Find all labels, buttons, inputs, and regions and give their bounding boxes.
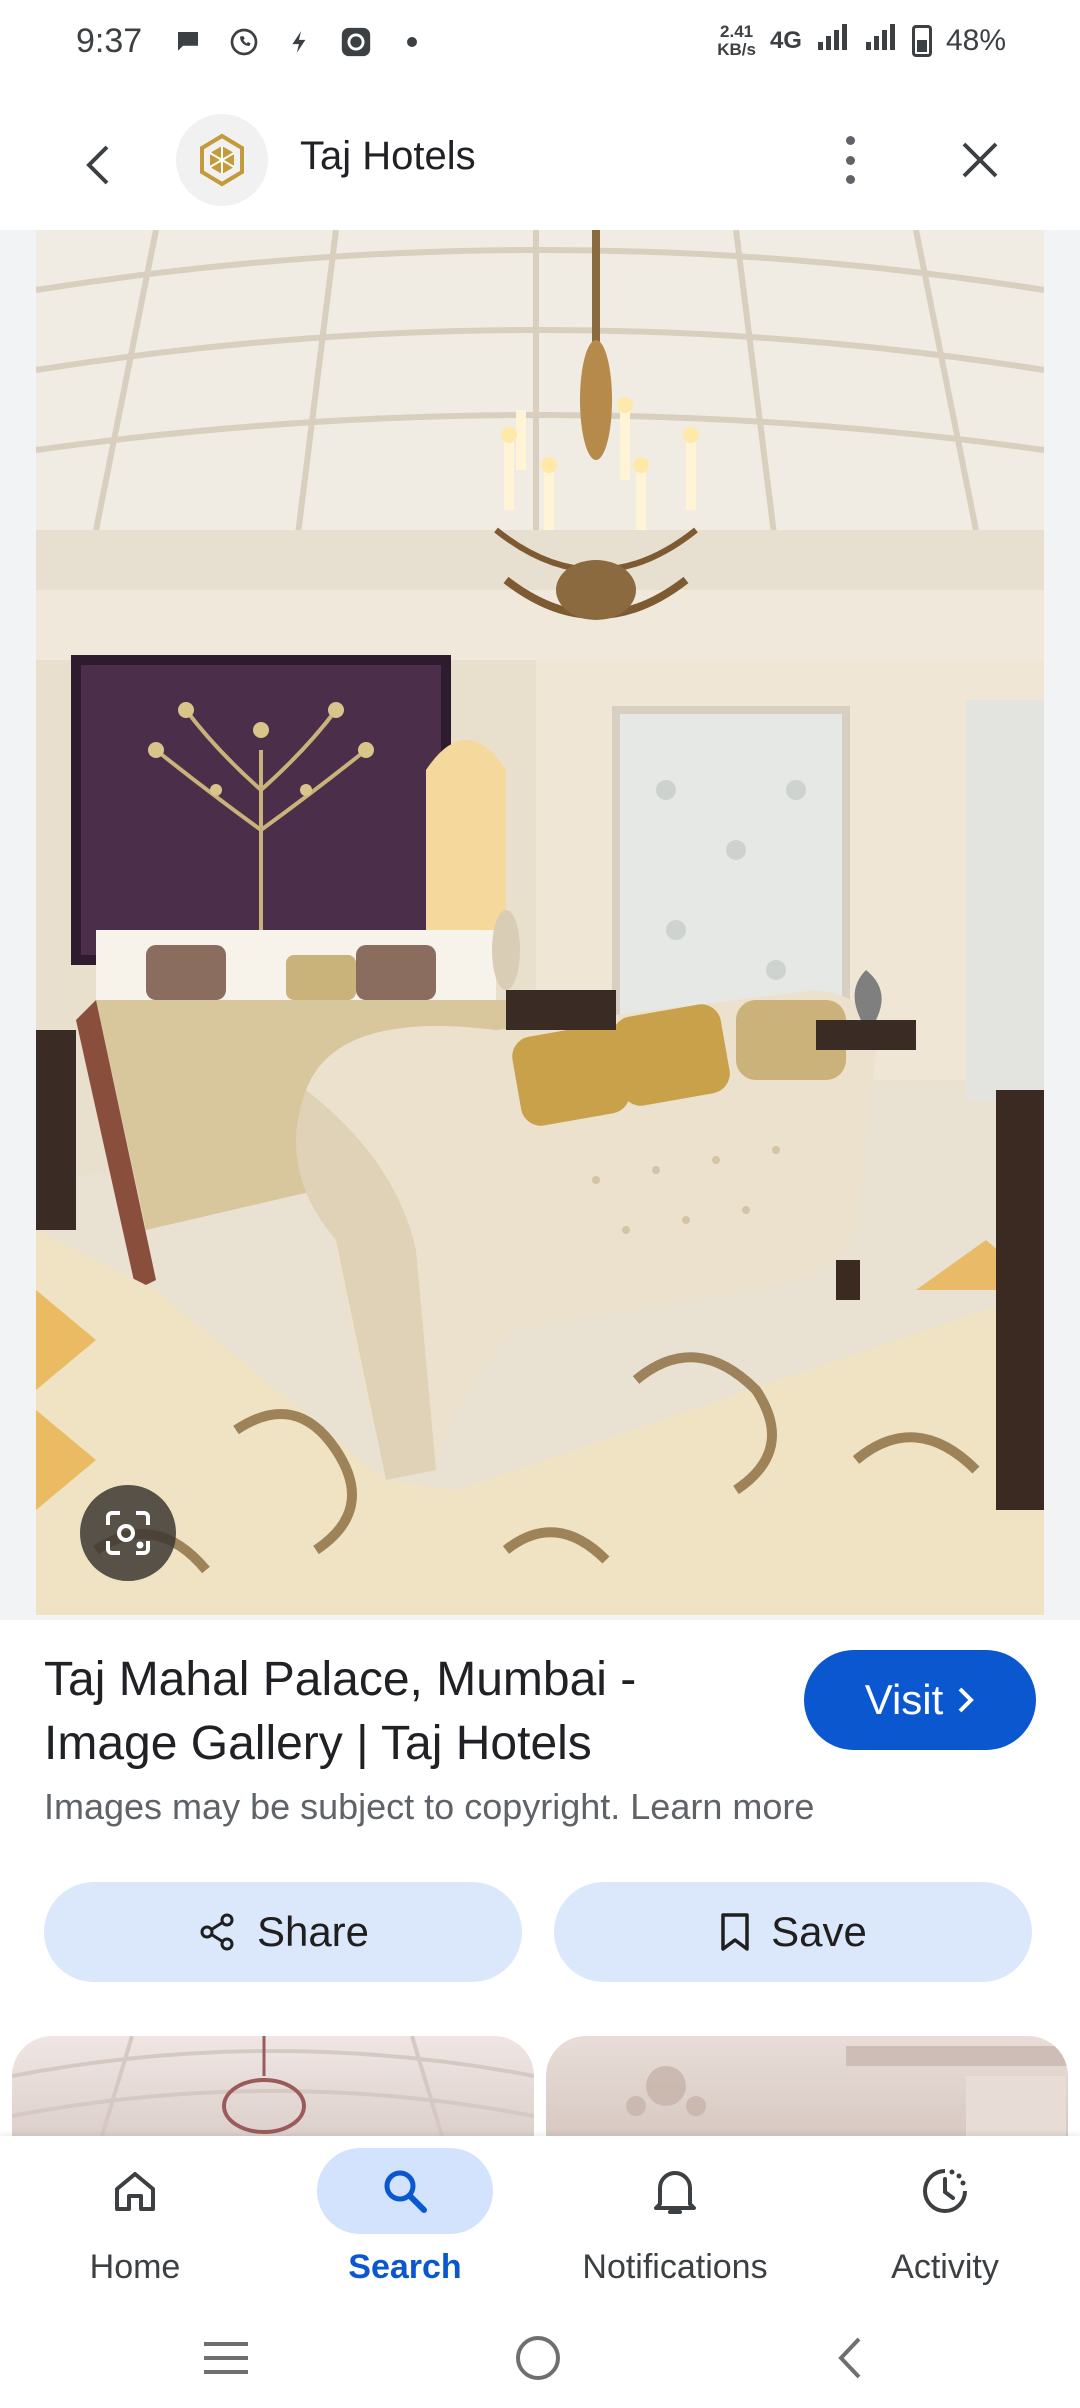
nav-icon-wrap (317, 2148, 493, 2234)
chevron-left-icon (838, 2337, 861, 2379)
recent-apps-button[interactable] (196, 2328, 256, 2388)
more-options-button[interactable] (830, 130, 870, 190)
status-right: 2.41 KB/s 4G 48% (717, 22, 1006, 60)
share-button[interactable]: Share (44, 1882, 522, 1982)
notification-icons (170, 24, 430, 60)
hotel-room-image[interactable] (36, 230, 1044, 1615)
related-image-thumbnail[interactable] (546, 2036, 1068, 2136)
speed-unit: KB/s (717, 40, 756, 59)
status-time: 9:37 (76, 22, 143, 60)
camera-app-icon (338, 24, 374, 60)
taj-logo-icon (200, 133, 244, 187)
share-icon (200, 1913, 234, 1951)
site-logo[interactable] (176, 114, 268, 206)
speed-value: 2.41 (720, 22, 754, 41)
network-speed: 2.41 KB/s (717, 23, 756, 59)
chevron-right-icon (958, 1687, 975, 1713)
nav-label: Home (89, 2248, 181, 2286)
save-button[interactable]: Save (554, 1882, 1032, 1982)
close-icon (962, 142, 998, 178)
menu-lines-icon (204, 2342, 248, 2374)
back-button[interactable] (76, 138, 120, 192)
battery-icon (911, 25, 932, 57)
whatsapp-icon (226, 24, 262, 60)
home-system-button[interactable] (508, 2328, 568, 2388)
copyright-notice[interactable]: Images may be subject to copyright. Lear… (44, 1786, 814, 1828)
battery-percent: 48% (945, 24, 1006, 57)
screen: 9:37 2.41 KB/s 4G 48% Taj Hotels Taj Mah… (0, 0, 1080, 2408)
home-icon (115, 2172, 155, 2211)
share-label: Share (256, 1908, 370, 1955)
activity-icon (923, 2169, 967, 2213)
signal-icon (816, 22, 850, 60)
nav-search[interactable]: Search (270, 2148, 540, 2298)
thumbnail-image (12, 2036, 534, 2136)
dot (845, 175, 855, 184)
signal-icon-2 (864, 22, 898, 60)
app-title: Taj Hotels (300, 134, 476, 178)
thumbnail-image (626, 2046, 1068, 2136)
bedroom-illustration (36, 230, 1044, 1615)
dot (845, 136, 855, 145)
search-icon (384, 2170, 427, 2213)
dot-icon (394, 24, 430, 60)
nav-label: Activity (891, 2248, 999, 2286)
lens-icon (106, 1511, 150, 1555)
circle-home-icon (516, 2336, 560, 2380)
network-type: 4G (769, 27, 802, 54)
dot (845, 155, 855, 165)
nav-icon-wrap (587, 2148, 763, 2234)
nav-icon-wrap (857, 2148, 1033, 2234)
nav-activity[interactable]: Activity (810, 2148, 1080, 2298)
status-bar: 9:37 2.41 KB/s 4G 48% (0, 0, 1080, 90)
chat-icon (170, 24, 206, 60)
bottom-navigation: Home Search Notifications Activity (0, 2136, 1080, 2306)
image-viewer (0, 230, 1080, 1620)
save-label: Save (771, 1908, 867, 1955)
nav-label: Search (348, 2248, 462, 2286)
result-title[interactable]: Taj Mahal Palace, Mumbai - Image Gallery… (44, 1648, 744, 1776)
nav-label: Notifications (582, 2248, 768, 2286)
app-bar: Taj Hotels (0, 110, 1080, 220)
close-button[interactable] (958, 138, 1002, 182)
google-lens-button[interactable] (80, 1485, 176, 1581)
system-navigation-bar (0, 2306, 1080, 2408)
visit-label: Visit (864, 1676, 944, 1723)
bell-icon (654, 2171, 696, 2214)
related-image-thumbnail[interactable] (12, 2036, 534, 2136)
back-system-button[interactable] (820, 2328, 880, 2388)
back-arrow-icon (86, 145, 109, 185)
visit-button[interactable]: Visit (804, 1650, 1036, 1750)
bookmark-icon (721, 1913, 749, 1951)
nav-icon-wrap (47, 2148, 223, 2234)
nav-notifications[interactable]: Notifications (540, 2148, 810, 2298)
bolt-icon (282, 24, 318, 60)
nav-home[interactable]: Home (0, 2148, 270, 2298)
